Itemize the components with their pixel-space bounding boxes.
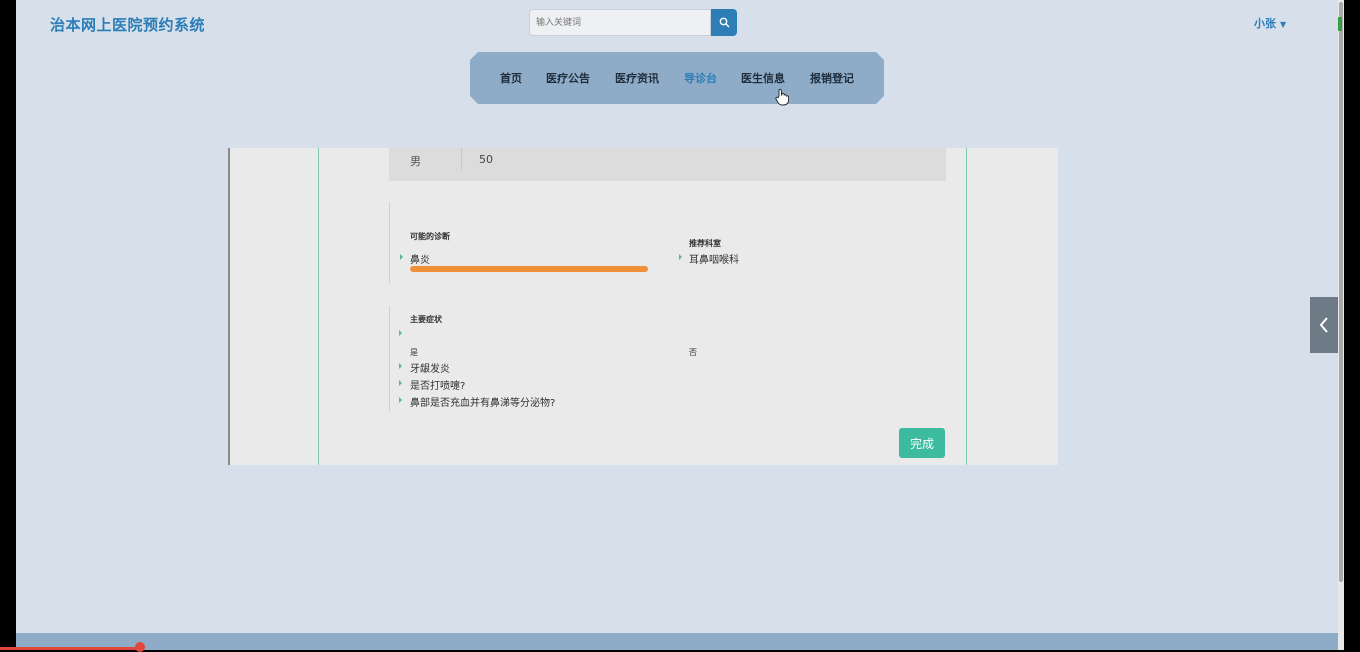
patient-age: 50 xyxy=(479,153,493,166)
symptom-yes-label: 是 xyxy=(410,348,418,357)
divider xyxy=(389,306,390,412)
nav-item-announcements[interactable]: 医疗公告 xyxy=(546,70,590,86)
caret-down-icon: ▼ xyxy=(1280,20,1287,29)
main-nav: 首页 医疗公告 医疗资讯 导诊台 医生信息 报销登记 xyxy=(470,52,884,104)
nav-item-reimbursement[interactable]: 报销登记 xyxy=(810,70,854,86)
nav-item-news[interactable]: 医疗资讯 xyxy=(615,70,659,86)
chevron-left-icon xyxy=(1319,317,1328,333)
nav-item-triage[interactable]: 导诊台 xyxy=(684,70,717,86)
diagnosis-probability-fill xyxy=(410,266,648,272)
triangle-right-icon xyxy=(399,363,402,369)
scrollbar-thumb[interactable] xyxy=(1339,2,1343,582)
symptom-item: 是否打喷嚏? xyxy=(410,381,466,392)
symptom-item: 牙龈发炎 xyxy=(410,364,450,375)
site-title[interactable]: 治本网上医院预约系统 xyxy=(50,14,205,35)
divider xyxy=(389,202,390,284)
search-input[interactable] xyxy=(529,9,711,36)
diagnosis-title: 可能的诊断 xyxy=(410,232,450,241)
divider xyxy=(461,148,462,170)
triangle-right-icon xyxy=(400,254,403,260)
department-title: 推荐科室 xyxy=(689,239,721,248)
triangle-right-icon xyxy=(399,397,402,403)
nav-item-home[interactable]: 首页 xyxy=(500,70,522,86)
diagnosis-probability-bar xyxy=(410,266,648,272)
symptom-item: 鼻部是否充血并有鼻涕等分泌物? xyxy=(410,398,556,409)
sidebar-toggle-button[interactable] xyxy=(1310,297,1338,353)
triage-result-area xyxy=(318,148,967,465)
symptoms-title: 主要症状 xyxy=(410,315,442,324)
triangle-right-icon xyxy=(399,380,402,386)
search-icon xyxy=(719,17,729,28)
patient-gender: 男 xyxy=(410,155,421,168)
recommended-department[interactable]: 耳鼻咽喉科 xyxy=(689,251,739,266)
hand-cursor-icon xyxy=(775,88,789,106)
user-menu[interactable]: 小张 ▼ xyxy=(1254,15,1286,31)
search-bar xyxy=(529,9,737,36)
patient-info-bar: 男 50 xyxy=(389,148,946,181)
triangle-right-icon xyxy=(679,254,682,260)
done-button[interactable]: 完成 xyxy=(899,428,945,458)
search-button[interactable] xyxy=(711,9,737,36)
page: 治本网上医院预约系统 小张 ▼ 首页 医疗公告 医疗资讯 导诊台 医生信息 报销登… xyxy=(16,0,1338,650)
triangle-right-icon xyxy=(399,330,402,336)
nav-item-doctors[interactable]: 医生信息 xyxy=(741,70,785,86)
footer xyxy=(16,633,1338,650)
diagnosis-item: 鼻炎 xyxy=(410,255,430,266)
recording-progress-knob[interactable] xyxy=(135,642,145,652)
symptom-no-label: 否 xyxy=(689,348,697,357)
user-name: 小张 xyxy=(1254,17,1276,30)
scroll-position-marker xyxy=(1338,17,1342,31)
